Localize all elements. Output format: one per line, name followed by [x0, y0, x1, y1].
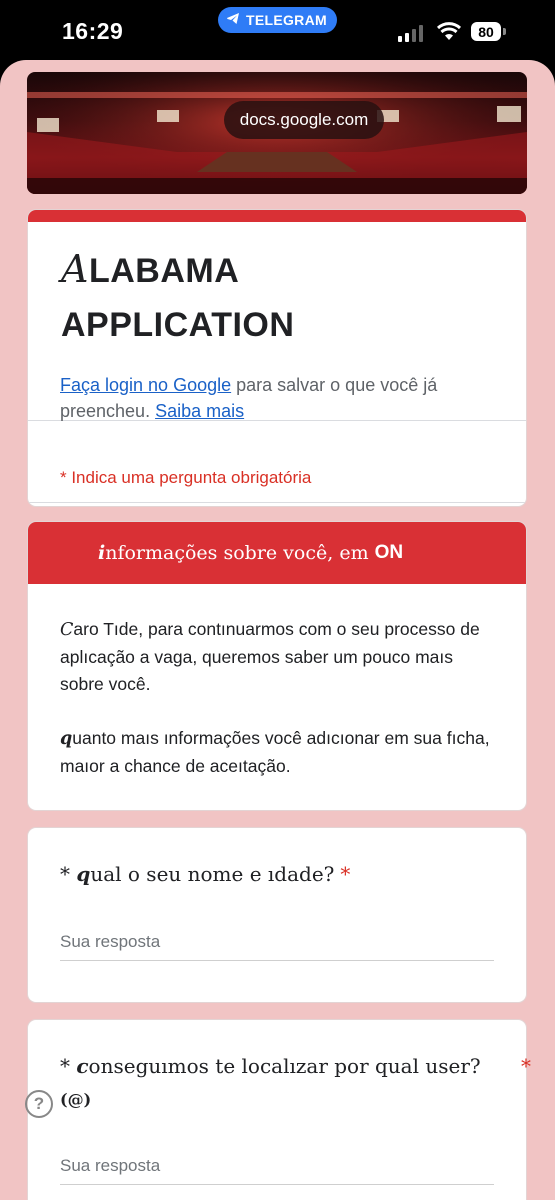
answer-input[interactable]: Sua resposta [60, 1156, 494, 1185]
form-title: ALABAMA APPLICATION [61, 247, 295, 344]
form-title-card: ALABAMA APPLICATION Faça login no Google… [28, 210, 526, 506]
learn-more-link[interactable]: Saiba mais [155, 401, 244, 421]
accent-bar [28, 210, 526, 222]
telegram-icon [226, 12, 240, 28]
required-note: * Indica uma pergunta obrigatória [60, 468, 312, 487]
telegram-label: TELEGRAM [246, 12, 327, 28]
battery-icon: 80 [471, 22, 501, 41]
required-asterisk: * [521, 1054, 531, 1078]
divider [28, 502, 526, 503]
answer-input[interactable]: Sua resposta [60, 932, 494, 961]
section-description: Caro Tıde, para contınuarmos com o seu p… [60, 619, 490, 776]
required-asterisk: * [340, 862, 351, 886]
url-pill[interactable]: docs.google.com [224, 101, 384, 139]
question-label: * conseguımos te localızar por qual user… [60, 1050, 531, 1116]
help-icon[interactable]: ? [25, 1090, 53, 1118]
section-header: i nformações sobre você, em ON [28, 522, 526, 584]
header-image: docs.google.com [27, 72, 527, 194]
question-card-user: * conseguımos te localızar por qual user… [28, 1020, 531, 1200]
telegram-return-pill[interactable]: TELEGRAM [218, 7, 337, 33]
login-prompt: Faça login no Google para salvar o que v… [60, 375, 438, 421]
section-card: i nformações sobre você, em ON Caro Tıde, … [28, 522, 526, 810]
form-page: docs.google.com ALABAMA APPLICATION Faça… [0, 60, 555, 1200]
question-card-name-age: * qual o seu nome e ıdade? * Sua resposta [28, 828, 526, 1002]
clock: 16:29 [62, 18, 124, 44]
status-bar: 16:29 TELEGRAM 80 [0, 0, 555, 64]
google-login-link[interactable]: Faça login no Google [60, 375, 231, 395]
signal-icon [398, 24, 423, 42]
question-label: * qual o seu nome e ıdade? * [60, 862, 351, 886]
battery-nub [503, 28, 506, 35]
wifi-icon [436, 22, 462, 46]
